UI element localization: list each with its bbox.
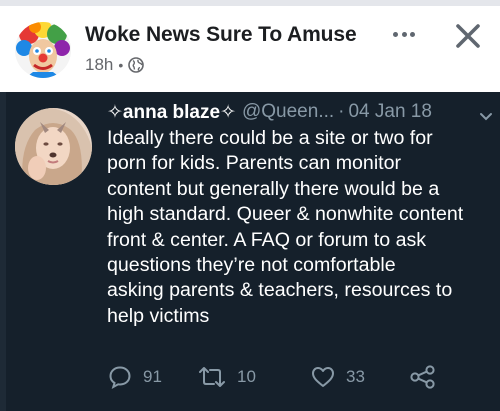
like-button[interactable]: 33 [310,362,365,392]
retweet-button[interactable]: 10 [197,362,256,392]
page-name[interactable]: Woke News Sure To Amuse [85,23,357,47]
post-time[interactable]: 18h [85,55,113,75]
tweet-text-line: help victims [107,304,210,327]
tweet-text: Ideally there could be a site or two for… [107,126,482,329]
tweet-header: ✧anna blaze✧ @Queen... · 04 Jan 18 [107,100,492,124]
tweet-display-name[interactable]: ✧anna blaze✧ [107,101,236,124]
tweet-text-line: Ideally there could be a site or two for [107,127,433,149]
tweet-separator: · [338,101,345,122]
post-meta: 18h • [85,55,145,75]
more-dots-icon[interactable] [388,22,420,46]
tweet-edge [0,92,6,411]
tweet-handle[interactable]: @Queen... [242,101,334,123]
tweet-text-line: asking parents & teachers, resources to [107,279,453,302]
tweet-date[interactable]: 04 Jan 18 [348,101,431,123]
tweet-actions: 91 10 33 [107,362,487,392]
tweet-text-line: content but generally there would be a [107,177,440,200]
tweet-avatar[interactable] [15,108,92,185]
page-avatar[interactable] [15,22,71,78]
retweet-count: 10 [237,367,256,386]
heart-icon [312,367,334,387]
tweet-card: ✧anna blaze✧ @Queen... · 04 Jan 18 Ideal… [0,92,500,411]
tweet-text-line: front & center. A FAQ or forum to ask [107,228,427,251]
close-icon[interactable] [452,20,484,52]
meta-separator: • [118,57,124,73]
reply-count: 91 [143,367,162,386]
retweet-icon [199,367,225,387]
post-header: Woke News Sure To Amuse 18h • [0,6,500,92]
globe-icon [128,57,145,73]
chevron-down-icon[interactable] [479,106,493,121]
reply-icon [109,366,131,390]
tweet-text-line: high standard. Queer & nonwhite content [107,203,464,226]
tweet-text-line: porn for kids. Parents can monitor [107,152,402,175]
like-count: 33 [346,367,365,386]
tweet-text-line: questions they’re not comfortable [107,254,396,277]
reply-button[interactable]: 91 [107,362,162,392]
share-icon[interactable] [409,362,447,392]
